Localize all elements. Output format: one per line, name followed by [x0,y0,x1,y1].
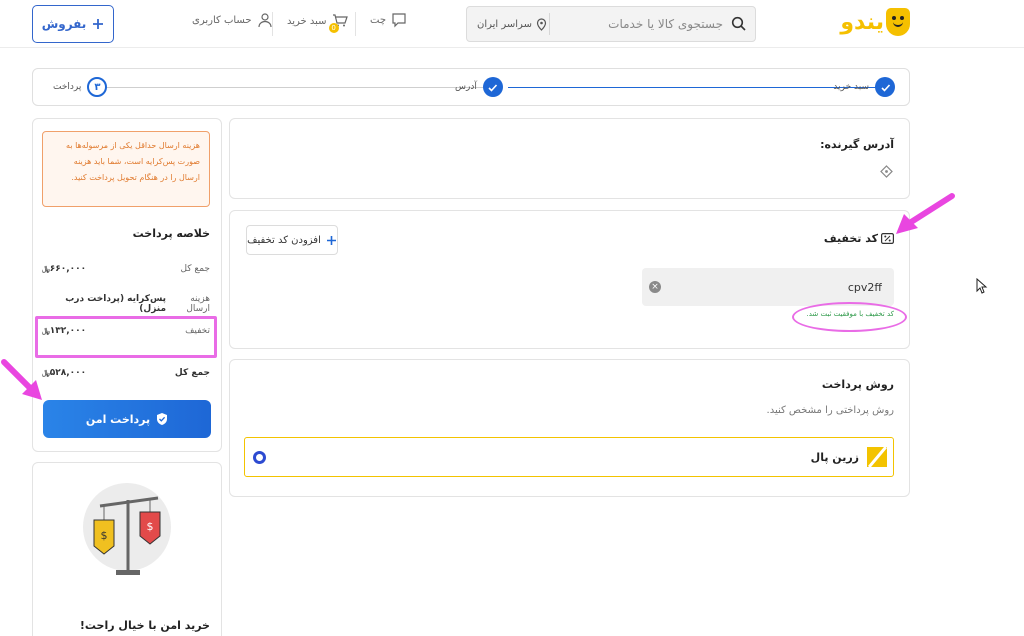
shipping-value: پس‌کرایه (پرداخت درب منزل) [65,294,167,314]
secure-pay-label: پرداخت امن [85,412,151,426]
chat-button[interactable]: چت [370,12,407,28]
summary-title: خلاصه پرداخت [132,227,210,240]
annotation-ellipse [792,302,907,332]
location-selector[interactable]: سراسر ایران [477,18,547,31]
site-logo[interactable]: یندو [830,8,910,38]
zarinpal-label: زرین پال [810,450,859,464]
checkout-stepper: سبد خرید آدرس ۳ پرداخت [32,68,910,106]
location-pin-icon [536,18,547,31]
shipping-label: هزینه ارسال [186,294,210,314]
chat-label: چت [370,14,387,26]
payment-method-hint: روش پرداختی را مشخص کنید. [766,405,894,416]
clear-code-icon[interactable]: × [649,281,661,293]
logo-face-icon [886,8,910,36]
logo-text: یندو [840,10,884,35]
annotation-arrow-icon [896,193,955,234]
cart-button[interactable]: 0 سبد خرید [287,12,348,33]
address-title: آدرس گیرنده: [820,138,894,151]
sell-button[interactable]: بفروش [32,5,114,43]
annotation-box [35,316,217,358]
annotation-arrow-icon [1,359,42,400]
account-button[interactable]: حساب کاربری [192,12,273,28]
address-card [229,118,910,199]
check-icon [875,77,895,97]
mouse-cursor-icon [976,278,988,294]
sell-label: بفروش [41,17,87,31]
discount-code-input[interactable] [642,268,894,306]
step-cart: سبد خرید [833,77,895,97]
step-address: آدرس [455,77,503,97]
step-payment: ۳ پرداخت [53,77,108,97]
user-icon [257,13,272,28]
subtotal-value: ۶۶۰,۰۰۰ [49,264,87,274]
location-label: سراسر ایران [477,19,532,30]
search-icon [731,16,746,31]
add-discount-code-button[interactable]: افزودن کد تخفیف [246,225,338,255]
add-discount-code-label: افزودن کد تخفیف [247,234,321,246]
step-address-label: آدرس [455,82,477,92]
location-diamond-icon[interactable] [880,165,893,178]
cart-label: سبد خرید [287,16,327,27]
total-value: ۵۲۸,۰۰۰ [49,368,87,378]
zarinpal-option[interactable]: زرین پال [244,437,894,477]
step-payment-label: پرداخت [53,82,82,92]
subtotal-label: جمع کل [180,264,210,274]
top-header: یندو جستجوی کالا یا خدمات سراسر ایران چت… [0,0,1024,48]
search-placeholder: جستجوی کالا یا خدمات [608,17,723,31]
radio-button[interactable] [253,451,266,464]
plus-icon [326,235,336,245]
step-cart-label: سبد خرید [833,82,869,92]
total-label: جمع کل [174,368,210,378]
shield-check-icon [157,413,168,425]
subtotal-row: جمع کل ۶۶۰,۰۰۰﷼ [42,264,210,274]
total-row: جمع کل ۵۲۸,۰۰۰﷼ [42,368,210,378]
account-label: حساب کاربری [192,14,252,26]
cart-icon: 0 [328,12,348,33]
zarinpal-logo-icon [867,447,887,467]
svg-text:$: $ [101,529,108,542]
step-number: ۳ [87,77,108,97]
payment-method-title: روش پرداخت [821,378,894,391]
secure-pay-button[interactable]: پرداخت امن [43,400,211,438]
shipping-warning: هزینه ارسال حداقل یکی از مرسوله‌ها به صو… [42,131,210,207]
cart-badge: 0 [328,23,339,33]
shipping-row: هزینه ارسال پس‌کرایه (پرداخت درب منزل) [42,294,210,314]
currency-symbol: ﷼ [42,265,50,273]
promo-title: خرید امن با خیال راحت! [79,619,210,632]
chat-icon [392,13,406,28]
price-tag-scale-icon: $ $ [93,496,161,575]
plus-icon [93,19,104,29]
search-bar[interactable]: جستجوی کالا یا خدمات سراسر ایران [466,6,756,42]
discount-title: کد تخفیف [823,232,878,245]
check-icon [482,77,503,97]
svg-text:$: $ [147,520,154,533]
